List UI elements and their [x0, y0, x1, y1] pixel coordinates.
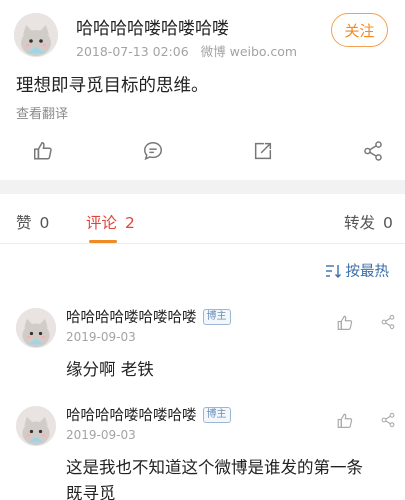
post-header: 哈哈哈哈喽哈喽哈喽 2018-07-13 02:06 微博 weibo.com … [0, 0, 405, 64]
comment-author-name[interactable]: 哈哈哈哈喽哈喽哈喽 [66, 404, 197, 425]
post-meta: 2018-07-13 02:06 微博 weibo.com [76, 41, 297, 60]
tab-likes-label: 赞 [16, 214, 32, 232]
section-divider [0, 180, 405, 194]
comment-avatar[interactable] [16, 308, 56, 348]
tab-comments-count: 2 [125, 214, 135, 232]
share-icon [381, 412, 395, 428]
comment-like-button[interactable] [336, 314, 354, 336]
active-tab-indicator [89, 240, 117, 243]
like-icon [337, 315, 353, 330]
avatar[interactable] [14, 13, 58, 57]
sort-icon [325, 264, 341, 278]
comment-text-continued: 既寻觅 [66, 484, 116, 500]
post-text: 理想即寻觅目标的思维。 [16, 76, 209, 96]
post-author-name[interactable]: 哈哈哈哈喽哈喽哈喽 [76, 14, 229, 39]
interaction-tabs: 赞0 评论 2 转发 0 [0, 194, 405, 244]
tab-reposts-count: 0 [383, 214, 393, 232]
comment-text: 缘分啊 老铁 [66, 360, 154, 379]
sort-label: 按最热 [345, 264, 390, 280]
tab-likes[interactable]: 赞0 [16, 211, 49, 233]
repost-button[interactable] [248, 136, 278, 166]
cat-avatar-icon [14, 13, 58, 57]
author-badge: 博主 [202, 308, 231, 325]
comment-author: 哈哈哈哈喽哈喽哈喽 博主 [66, 404, 231, 425]
post-action-bar [0, 132, 405, 172]
like-icon [34, 142, 52, 160]
follow-button[interactable]: 关注 [331, 13, 388, 47]
tab-reposts-label: 转发 [344, 214, 376, 232]
cat-avatar-icon [16, 308, 56, 348]
like-button[interactable] [28, 136, 58, 166]
comment-author: 哈哈哈哈喽哈喽哈喽 博主 [66, 306, 231, 327]
comment-text: 这是我也不知道这个微博是谁发的第一条 [66, 458, 363, 477]
comment-author-name[interactable]: 哈哈哈哈喽哈喽哈喽 [66, 306, 197, 327]
tab-likes-count: 0 [39, 214, 50, 232]
tab-comments-label: 评论 [86, 214, 118, 232]
tab-reposts[interactable]: 转发 0 [344, 211, 393, 233]
post-source: 微博 weibo.com [200, 44, 298, 59]
comment-like-button[interactable] [336, 412, 354, 434]
comment-share-button[interactable] [380, 314, 396, 334]
comment-item: 哈哈哈哈喽哈喽哈喽 博主 2019-09-03 这是我也不知道这个微博是谁发的第… [0, 404, 405, 500]
comment-item: 哈哈哈哈喽哈喽哈喽 博主 2019-09-03 缘分啊 老铁 [0, 306, 405, 386]
translate-link[interactable]: 查看翻译 [16, 103, 68, 122]
author-badge: 博主 [202, 406, 231, 423]
comment-share-button[interactable] [380, 412, 396, 432]
comment-avatar[interactable] [16, 406, 56, 446]
comment-button[interactable] [138, 136, 168, 166]
tab-comments[interactable]: 评论 2 [86, 211, 135, 233]
share-icon [364, 141, 382, 161]
comment-date: 2019-09-03 [66, 428, 136, 442]
sort-toggle[interactable]: 按最热 [325, 260, 390, 281]
share-button[interactable] [358, 136, 388, 166]
post-date: 2018-07-13 02:06 [76, 44, 189, 59]
share-icon [381, 314, 395, 330]
cat-avatar-icon [16, 406, 56, 446]
repost-icon [254, 142, 272, 160]
like-icon [337, 413, 353, 428]
comment-icon [144, 142, 162, 161]
comment-date: 2019-09-03 [66, 330, 136, 344]
